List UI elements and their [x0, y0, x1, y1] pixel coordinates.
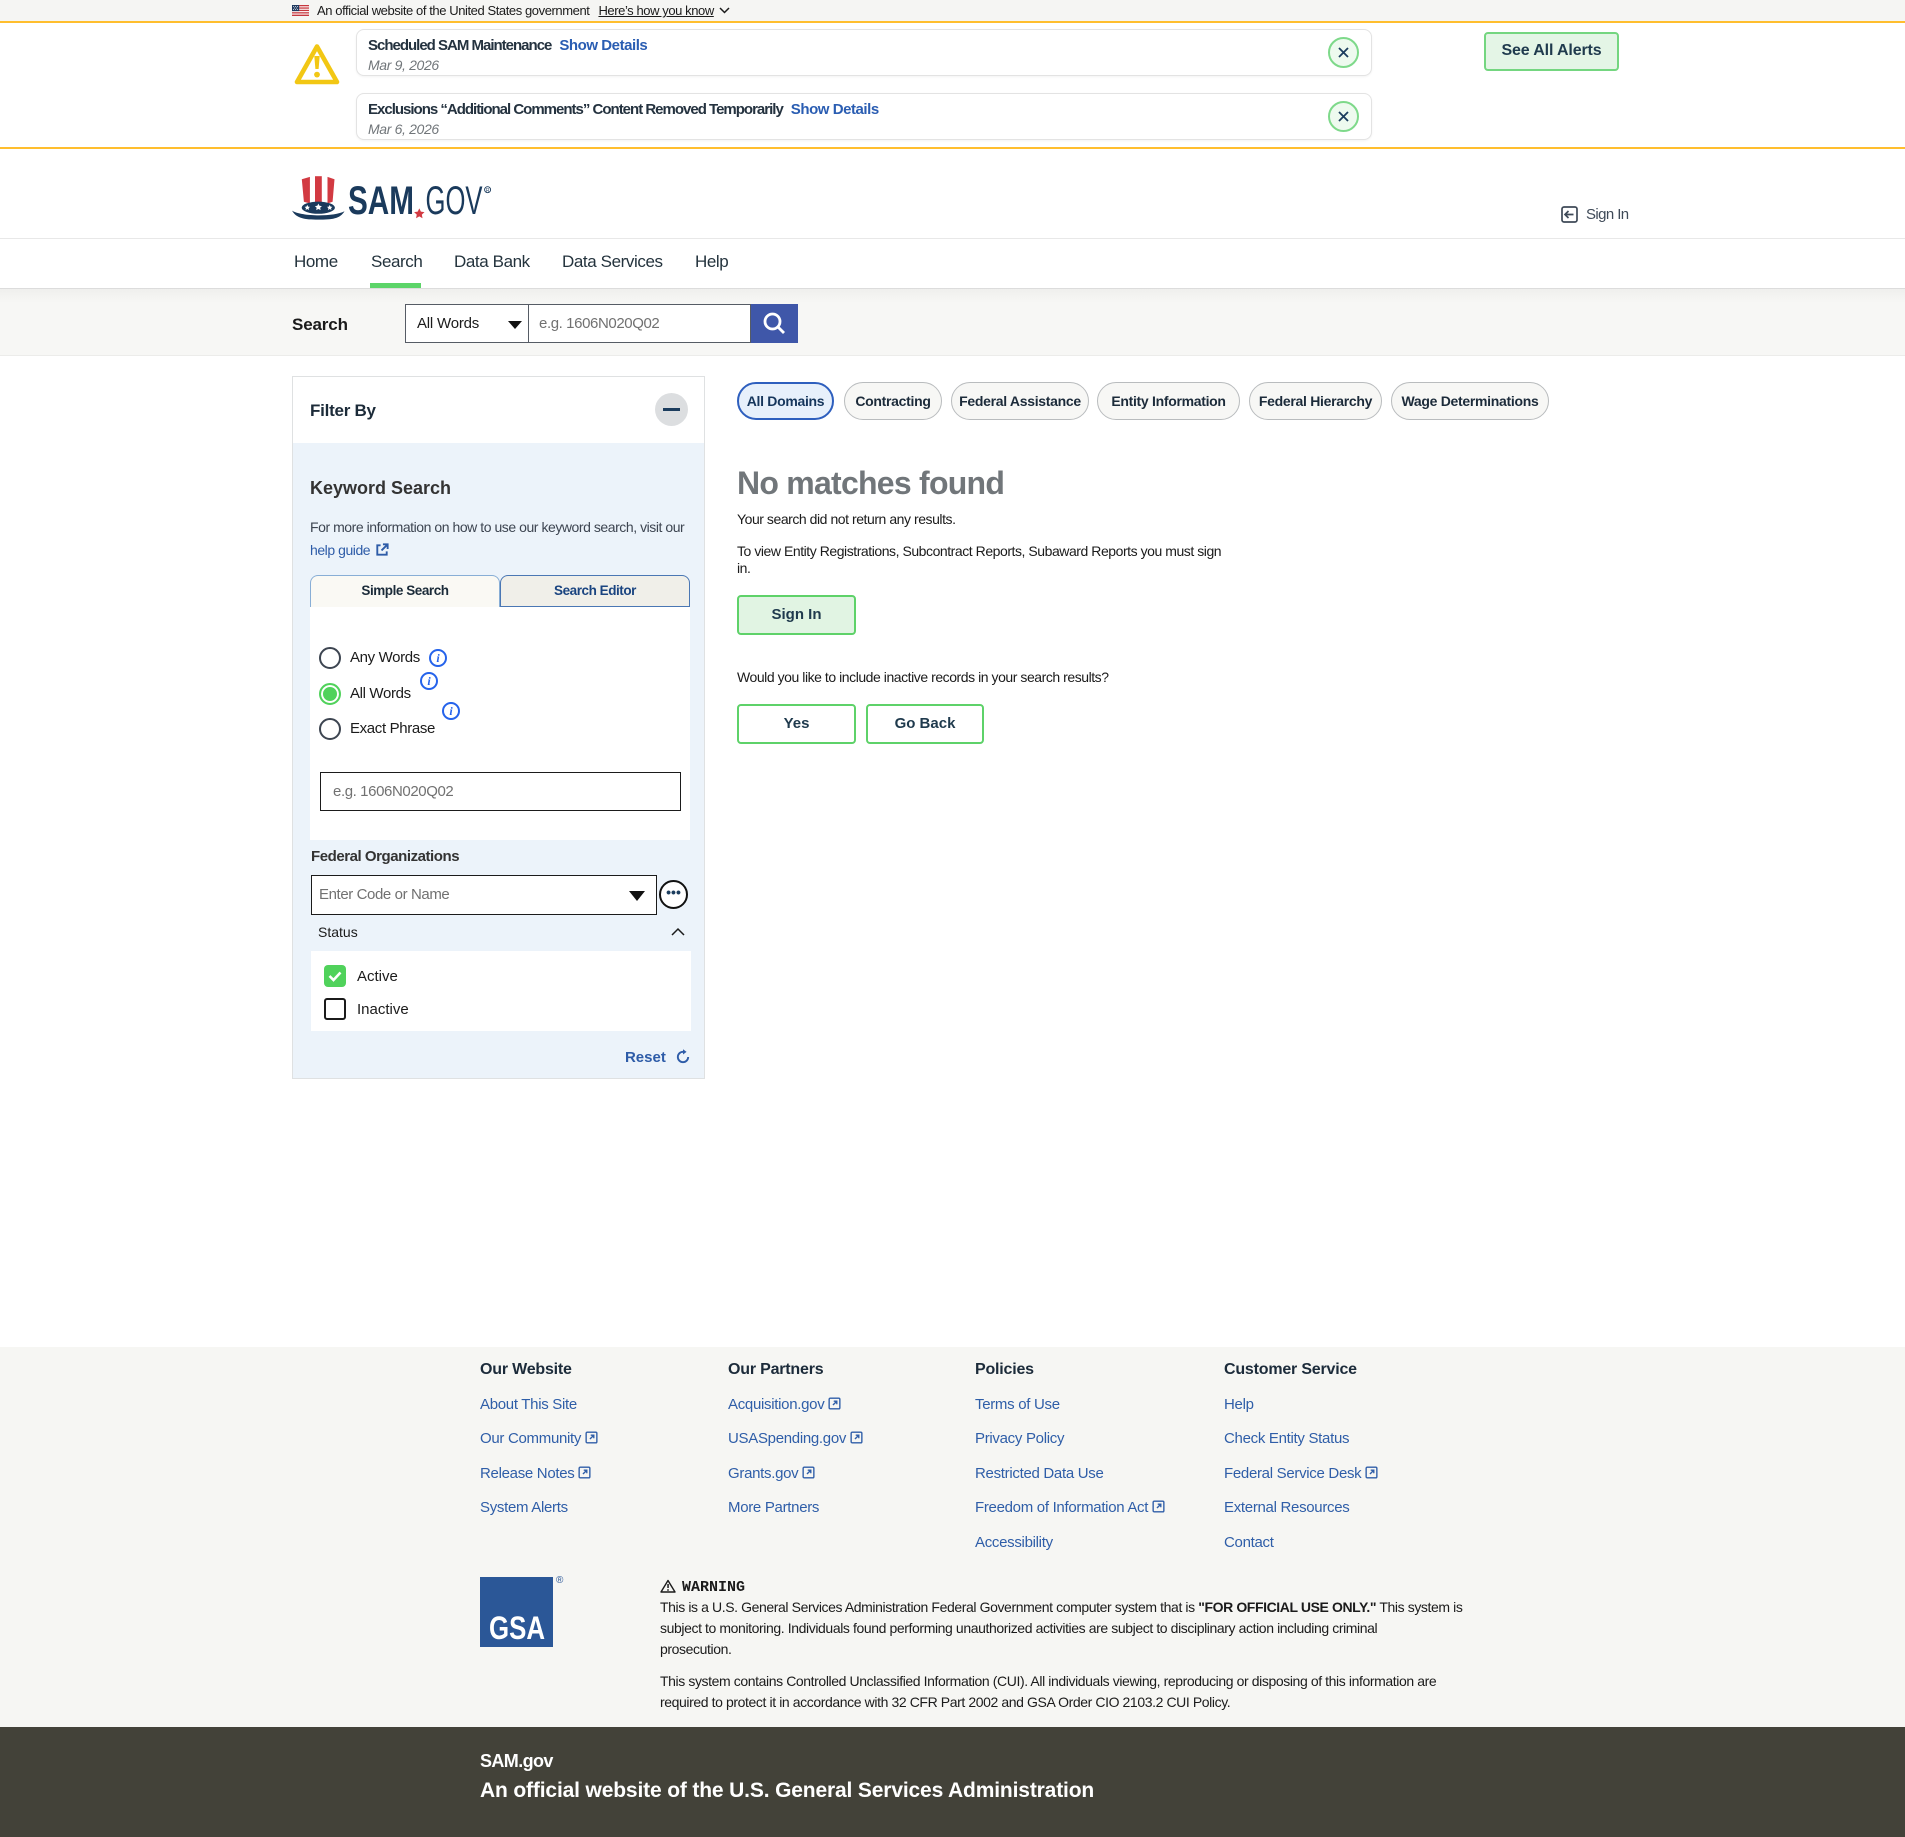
svg-text:R: R [486, 188, 490, 194]
svg-text:SAM: SAM [348, 179, 414, 223]
svg-text:GOV: GOV [426, 179, 483, 223]
svg-text:GSA: GSA [489, 1610, 545, 1646]
